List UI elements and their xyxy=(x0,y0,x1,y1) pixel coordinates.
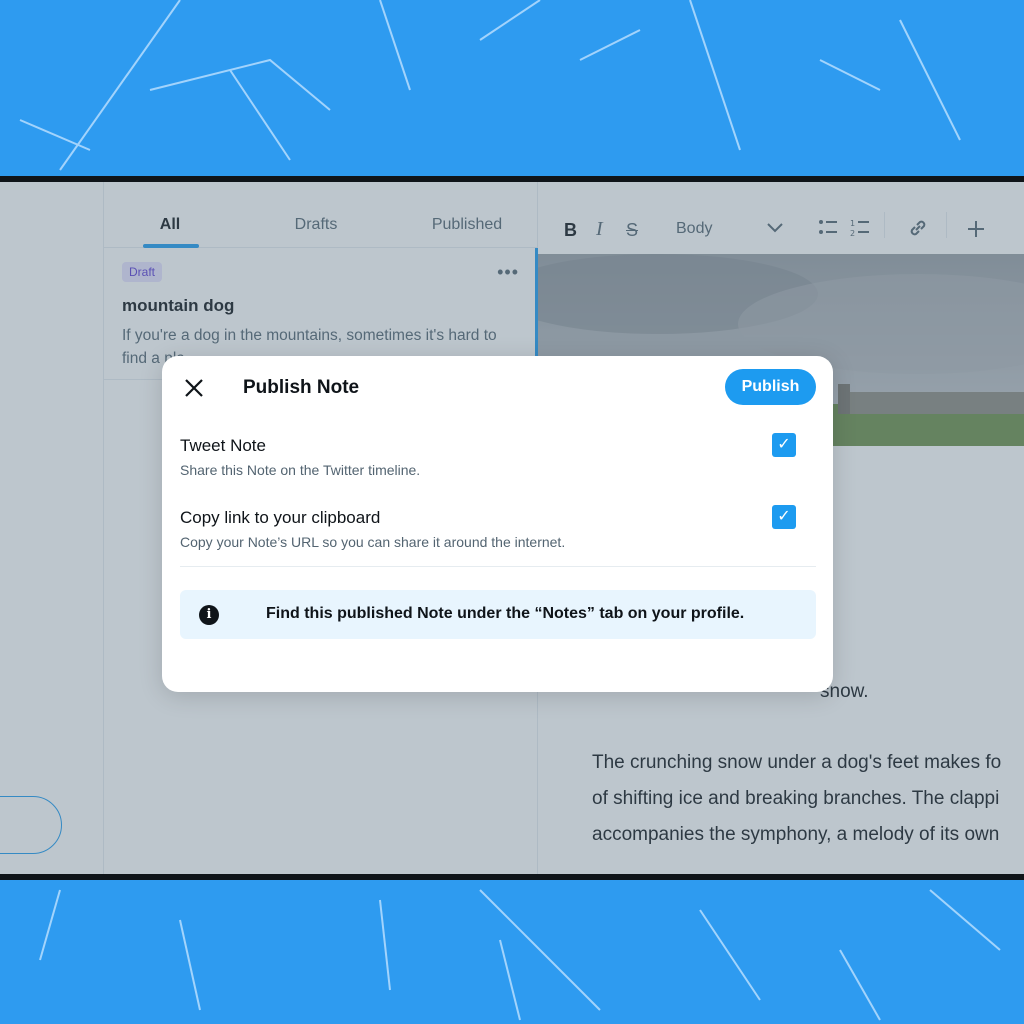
publish-button[interactable]: Publish xyxy=(725,369,816,405)
option-title: Copy link to your clipboard xyxy=(180,508,381,527)
option-description: Copy your Note’s URL so you can share it… xyxy=(180,534,566,550)
tweet-note-option[interactable]: Tweet Note Share this Note on the Twitte… xyxy=(180,436,816,478)
info-icon: i xyxy=(199,605,219,625)
publish-note-dialog: Publish Note Publish Tweet Note Share th… xyxy=(162,356,833,692)
background-top xyxy=(0,0,1024,176)
option-description: Share this Note on the Twitter timeline. xyxy=(180,462,421,478)
option-title: Tweet Note xyxy=(180,436,266,455)
copy-link-checkbox[interactable]: ✓ xyxy=(772,505,796,529)
tweet-note-checkbox[interactable]: ✓ xyxy=(772,433,796,457)
close-icon[interactable] xyxy=(180,374,208,402)
copy-link-option[interactable]: Copy link to your clipboard Copy your No… xyxy=(180,508,816,550)
info-banner: i Find this published Note under the “No… xyxy=(180,590,816,639)
dialog-title: Publish Note xyxy=(243,377,360,398)
divider xyxy=(180,566,816,567)
info-text: Find this published Note under the “Note… xyxy=(266,605,745,622)
background-bottom xyxy=(0,880,1024,1024)
